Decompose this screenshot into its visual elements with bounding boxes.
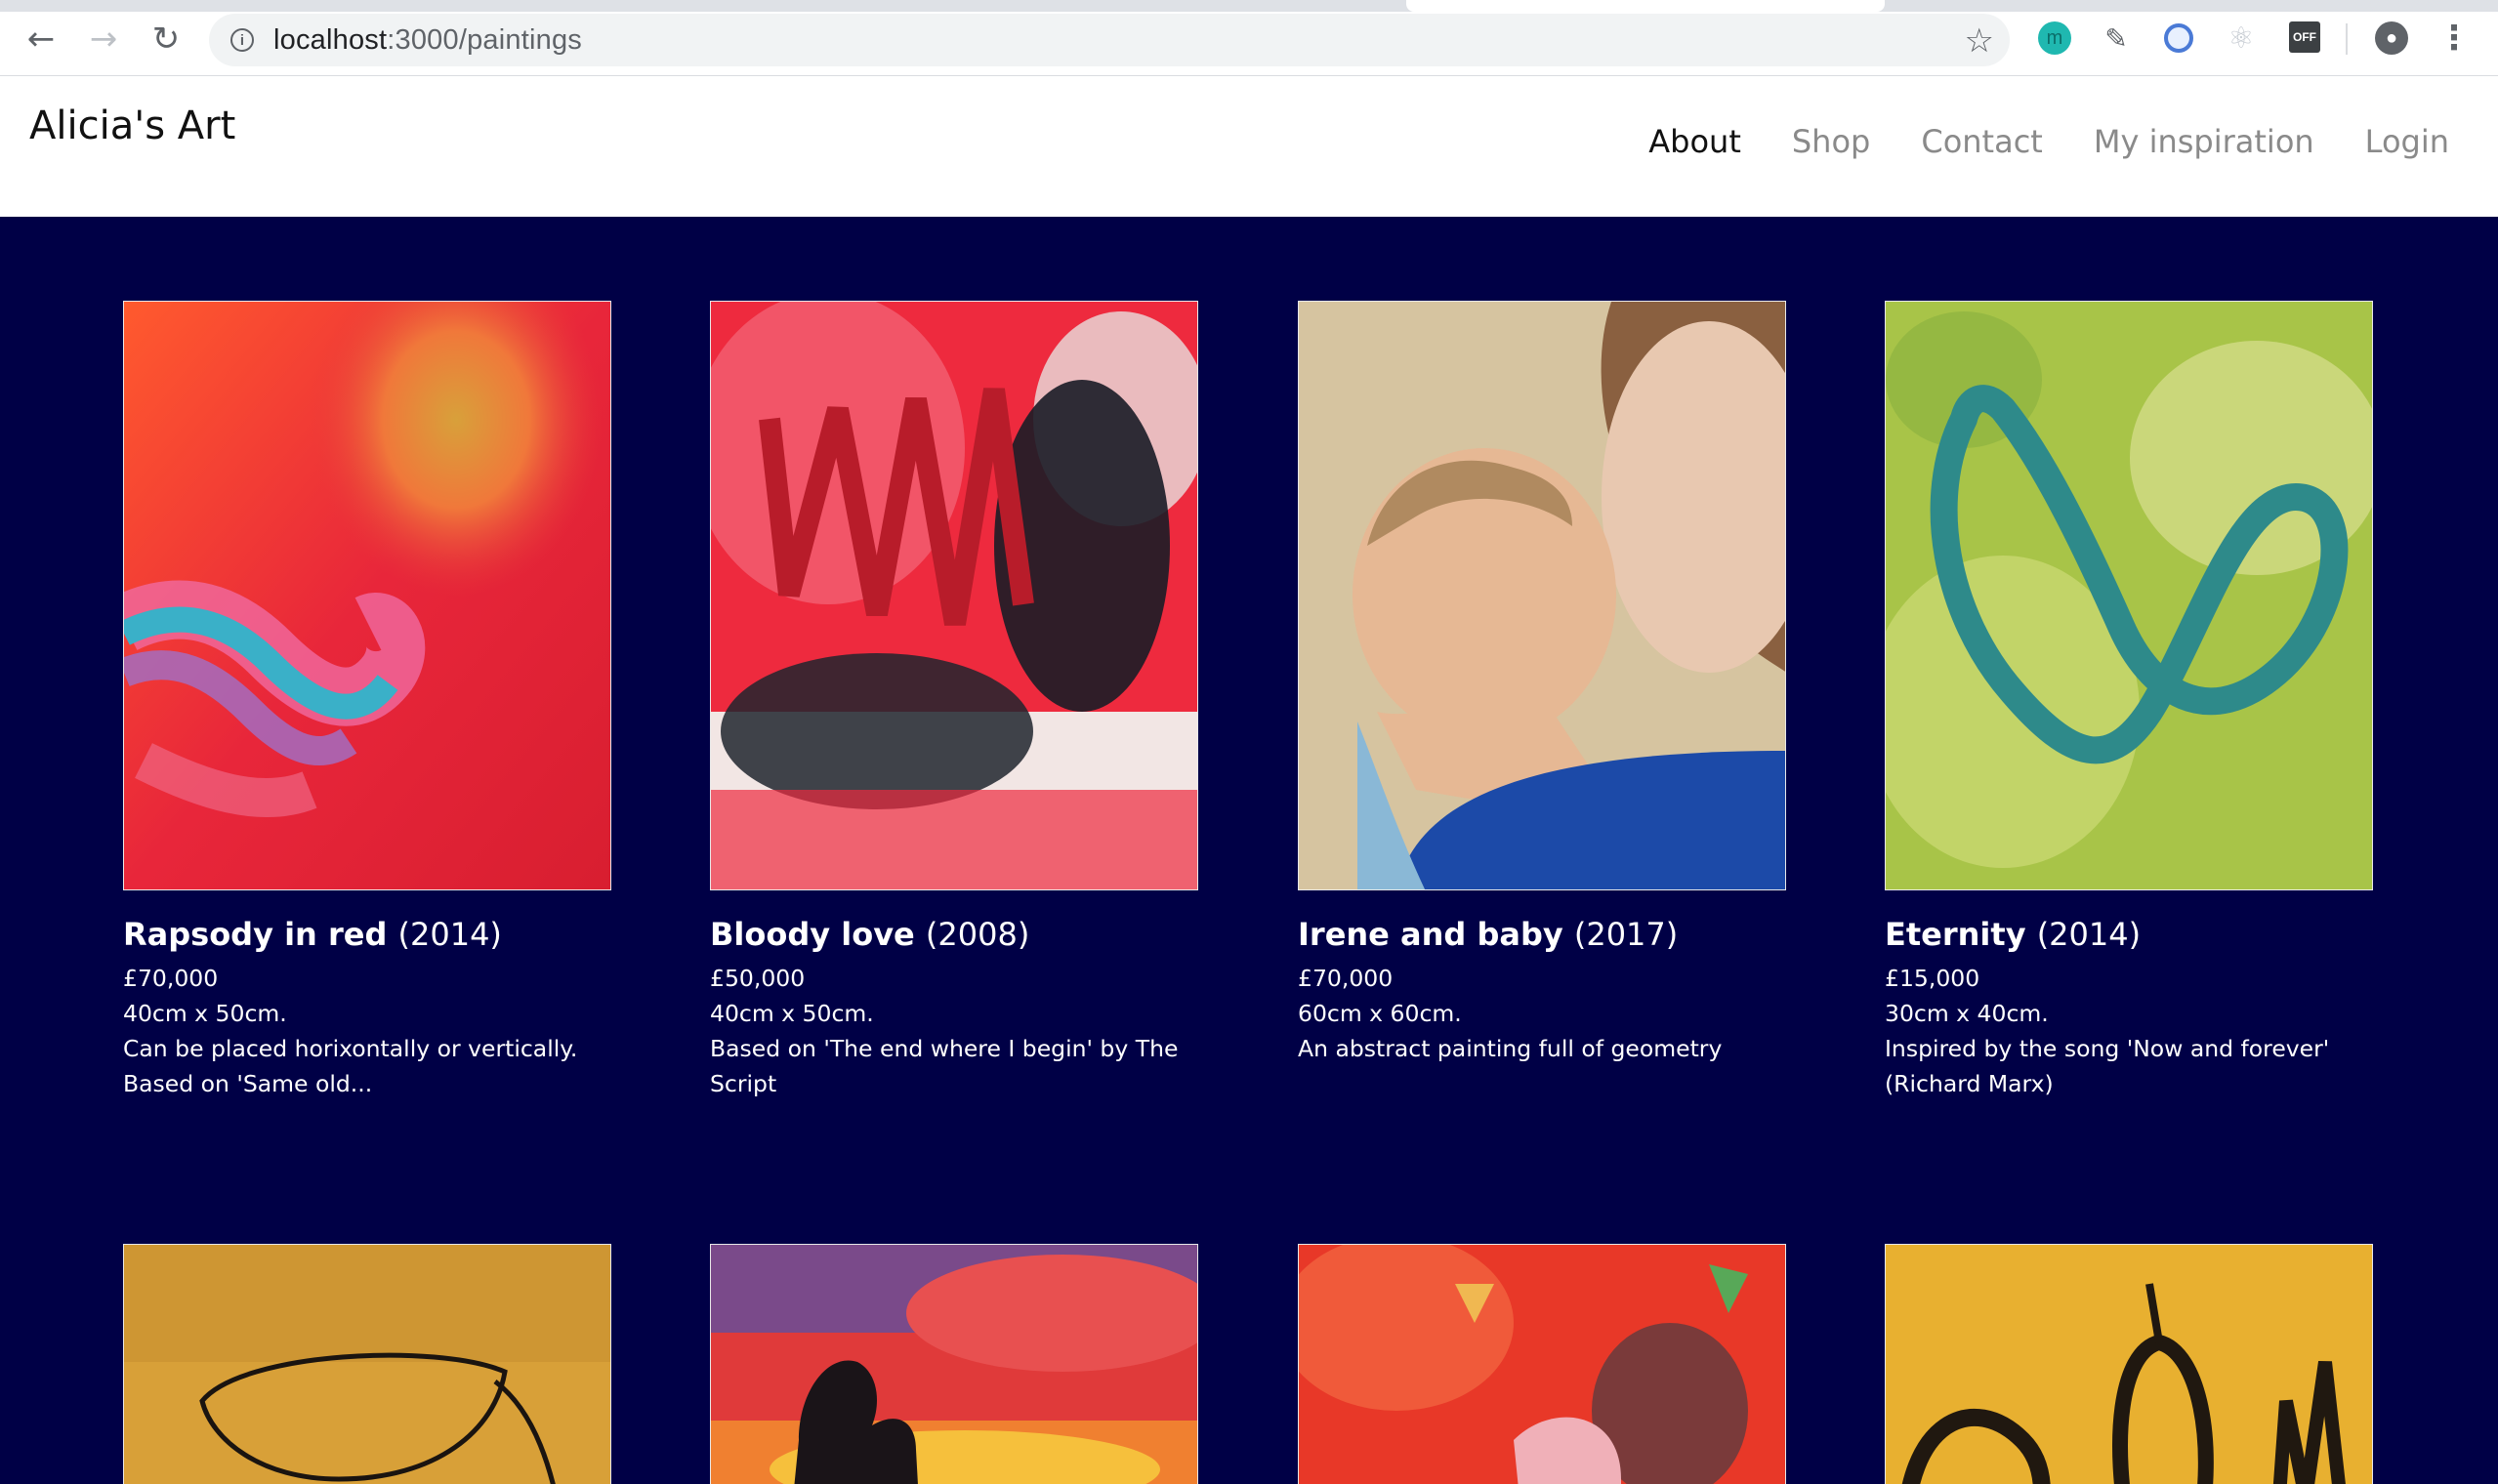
painting-title[interactable]: Rapsody in red (2014) [123,916,611,953]
painting-description: An abstract painting full of geometry [1298,1035,1723,1062]
painting-card[interactable] [1885,1244,2373,1484]
extension-m-label: m [2046,26,2063,49]
painting-size: 60cm x 60cm. [1298,1000,1462,1027]
painting-card[interactable] [1298,1244,1786,1484]
painting-year: (2014) [397,916,502,953]
browser-toolbar: ← → ↻ i localhost:3000/paintings ☆ m ✎ ⚛… [0,0,2498,76]
brand-logo[interactable]: Alicia's Art [29,103,235,148]
painting-title-text: Rapsody in red [123,916,388,953]
painting-image-bowl[interactable] [123,1244,611,1484]
nav-about[interactable]: About [1648,123,1741,160]
circle-extension-icon[interactable] [2162,21,2195,55]
toolbar-divider [2346,23,2348,55]
painting-title[interactable]: Bloody love (2008) [710,916,1198,953]
painting-size: 40cm x 50cm. [710,1000,874,1027]
forward-arrow-icon[interactable]: → [82,18,125,61]
painting-price: £70,000 [1298,965,1394,992]
painting-title-text: Eternity [1885,916,2026,953]
painting-image-irene-and-baby[interactable] [1298,301,1786,890]
extension-m-icon[interactable]: m [2038,21,2071,55]
paintings-gallery: Rapsody in red (2014) £70,000 40cm x 50c… [0,217,2498,1484]
off-extension-icon[interactable]: OFF [2289,21,2320,53]
painting-price: £70,000 [123,965,219,992]
nav-my-inspiration[interactable]: My inspiration [2094,123,2314,160]
browser-menu-icon[interactable]: ⋮ [2437,19,2471,58]
painting-card[interactable]: Rapsody in red (2014) £70,000 40cm x 50c… [123,301,611,1101]
painting-size: 30cm x 40cm. [1885,1000,2049,1027]
url-host: localhost [273,23,388,56]
painting-card[interactable] [710,1244,1198,1484]
bookmark-star-icon[interactable]: ☆ [1965,21,1994,61]
painting-card[interactable] [123,1244,611,1484]
painting-image-eternity[interactable] [1885,301,2373,890]
painting-size: 40cm x 50cm. [123,1000,287,1027]
painting-year: (2008) [925,916,1030,953]
nav-contact[interactable]: Contact [1921,123,2043,160]
url-path: :3000/paintings [387,23,582,56]
profile-avatar-icon[interactable]: ● [2375,21,2408,55]
painting-image-bloody-love[interactable] [710,301,1198,890]
extension-off-label: OFF [2293,30,2316,44]
painting-description: Based on 'The end where I begin' by The … [710,1035,1179,1097]
back-arrow-icon[interactable]: ← [20,18,62,61]
painting-card[interactable]: Irene and baby (2017) £70,000 60cm x 60c… [1298,301,1786,1066]
painting-title-text: Bloody love [710,916,915,953]
main-nav: About Shop Contact My inspiration Login [1598,123,2449,160]
active-tab[interactable] [1406,0,1885,12]
painting-image-sunset-couple[interactable] [710,1244,1198,1484]
painting-title[interactable]: Eternity (2014) [1885,916,2373,953]
eyedropper-extension-icon[interactable]: ✎ [2100,21,2133,55]
painting-card[interactable]: Eternity (2014) £15,000 30cm x 40cm. Ins… [1885,301,2373,1101]
painting-card[interactable]: Bloody love (2008) £50,000 40cm x 50cm. … [710,301,1198,1101]
react-devtools-icon[interactable]: ⚛ [2225,21,2258,56]
painting-description: Inspired by the song 'Now and forever' (… [1885,1035,2330,1097]
painting-year: (2014) [2036,916,2142,953]
reload-icon[interactable]: ↻ [145,18,187,61]
painting-price: £15,000 [1885,965,1980,992]
painting-year: (2017) [1573,916,1679,953]
nav-login[interactable]: Login [2365,123,2449,160]
painting-title[interactable]: Irene and baby (2017) [1298,916,1786,953]
painting-image-red-figures[interactable] [1298,1244,1786,1484]
painting-image-abstract-yellow[interactable] [1885,1244,2373,1484]
site-header: Alicia's Art About Shop Contact My inspi… [0,76,2498,217]
info-icon[interactable]: i [230,28,254,52]
url-text: localhost:3000/paintings [273,24,582,57]
painting-description: Can be placed horixontally or vertically… [123,1035,578,1097]
painting-price: £50,000 [710,965,806,992]
painting-title-text: Irene and baby [1298,916,1563,953]
nav-shop[interactable]: Shop [1792,123,1870,160]
address-bar[interactable]: i localhost:3000/paintings ☆ [209,14,2010,66]
painting-image-rapsody-in-red[interactable] [123,301,611,890]
tab-strip [0,0,2498,12]
